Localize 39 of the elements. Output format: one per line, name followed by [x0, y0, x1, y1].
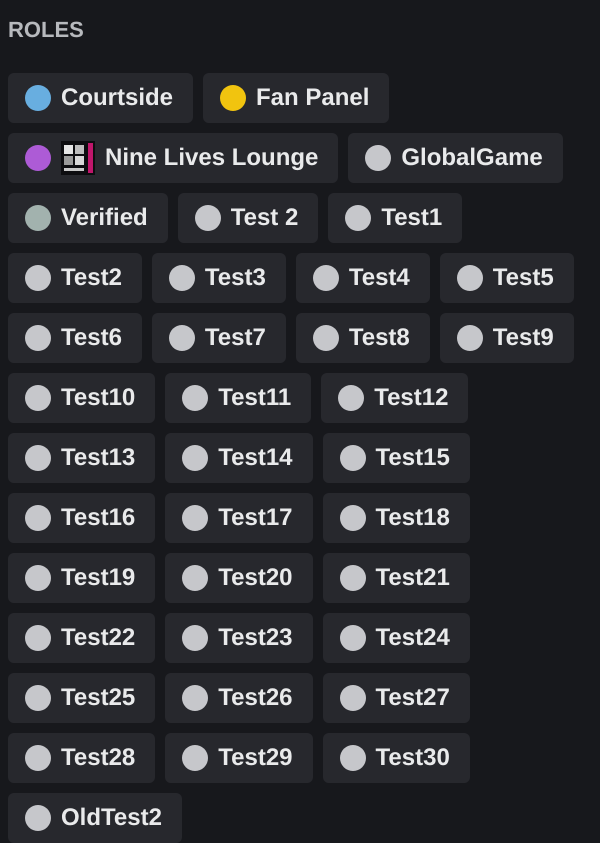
role-name: Test22: [61, 624, 136, 652]
role-name: GlobalGame: [401, 144, 543, 172]
role-name: Test26: [218, 684, 293, 712]
role-name: Fan Panel: [256, 84, 370, 112]
role-name: Test8: [348, 324, 410, 352]
role-name: Test5: [492, 264, 554, 292]
role-name: Test29: [218, 744, 293, 772]
role-name: Courtside: [61, 84, 174, 112]
role-name: Test19: [61, 564, 136, 592]
logo-icon: [61, 141, 95, 175]
role-name: Test2: [61, 264, 122, 292]
role-name: Test3: [204, 264, 266, 292]
role-name: Test13: [61, 444, 136, 472]
role-name: OldTest2: [61, 804, 162, 832]
role-name: Verified: [61, 204, 148, 232]
role-name: Test10: [61, 384, 136, 412]
role-name: Test12: [374, 384, 448, 412]
role-name: Test30: [376, 744, 450, 772]
role-name: Nine Lives Lounge: [105, 144, 318, 172]
role-name: Test 2: [230, 204, 298, 232]
role-name: Test16: [61, 504, 136, 532]
role-name: Test15: [376, 444, 450, 472]
role-name: Test23: [218, 624, 293, 652]
role-name: Test17: [218, 504, 293, 532]
role-name: Test25: [61, 684, 136, 712]
role-name: Test1: [381, 204, 442, 232]
role-name: Test21: [376, 564, 450, 592]
role-name: Test4: [348, 264, 410, 292]
role-name: Test11: [218, 384, 292, 412]
role-name: Test28: [61, 744, 136, 772]
section-heading: ROLES: [8, 16, 84, 44]
role-name: Test18: [376, 504, 450, 532]
role-name: Test14: [218, 444, 293, 472]
role-name: Test24: [376, 624, 450, 652]
role-name: Test7: [204, 324, 266, 352]
role-name: Test27: [376, 684, 450, 712]
role-name: Test20: [218, 564, 293, 592]
role-name: Test6: [61, 324, 122, 352]
role-name: Test9: [492, 324, 554, 352]
